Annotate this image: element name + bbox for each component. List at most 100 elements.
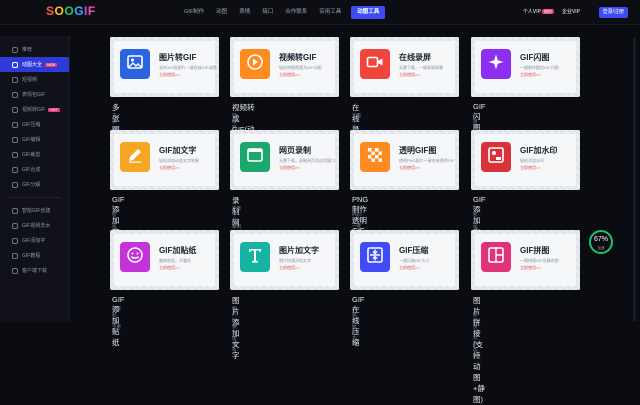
tool-description: 一键压缩GIF大小 [352, 306, 360, 346]
vip-badge: 限时 [541, 9, 554, 14]
sidebar-item-remove-watermark[interactable]: GIF视频去水 [0, 218, 69, 233]
sidebar-item-gif-crop[interactable]: GIF裁剪 [0, 147, 69, 162]
smile-icon [126, 246, 144, 269]
tool-card-title: 透明GIF图 [399, 146, 437, 155]
hot-badge: HOT [48, 107, 60, 112]
compress-icon [12, 121, 18, 128]
watermark-icon [487, 146, 505, 169]
use-now-link[interactable]: 立即使用>> [279, 165, 300, 171]
scrollbar[interactable] [633, 38, 636, 321]
tool-card-title: GIF拼图 [520, 246, 550, 255]
use-now-link[interactable]: 立即使用>> [159, 72, 180, 78]
use-now-link[interactable]: 立即使用>> [520, 72, 541, 78]
login-button[interactable]: 登录/注册 [598, 7, 628, 18]
tool-card-subtitle: 一键拼接GIF及静态图 [520, 258, 559, 263]
sidebar-item-gif-all[interactable]: 动图大全 NEW [0, 57, 69, 72]
tool-card[interactable]: 视频转GIF 轻松转换视频为GIF动图 立即使用>> [230, 37, 339, 97]
nav-gif-tools-active[interactable]: 动图工具 [351, 6, 386, 19]
tool-description: 图片快速添加文字 [232, 306, 237, 353]
tool-card-subtitle: 支持100张图片一键合成GIF动图 [159, 65, 217, 70]
split-icon [12, 181, 18, 188]
sidebar-item-video-to-gif[interactable]: 视频转GIF HOT [0, 102, 69, 117]
nav-gif-make[interactable]: GIF制作 [178, 6, 210, 19]
use-now-link[interactable]: 立即使用>> [279, 265, 300, 271]
tool-card[interactable]: GIF加贴纸 趣味贴纸，不重样 立即使用>> [110, 230, 219, 290]
sidebar-item-gif-merge[interactable]: GIF合成 [0, 162, 69, 177]
sidebar-item-recommend[interactable]: 推荐 [0, 42, 69, 57]
tool-icon-box [120, 142, 150, 172]
download-icon [12, 267, 18, 274]
edit-icon [12, 136, 18, 143]
speed-badge[interactable]: 67% 加速 [589, 230, 613, 254]
use-now-link[interactable]: 立即使用>> [520, 165, 541, 171]
enterprise-vip-link[interactable]: 企业VIP [562, 8, 580, 15]
tool-card-subtitle: 一键制作酷炫GIF闪图 [520, 65, 559, 70]
tool-icon-box [481, 49, 511, 79]
video-icon [12, 76, 18, 83]
tool-card-title: 视频转GIF [279, 53, 317, 62]
use-now-link[interactable]: 立即使用>> [159, 265, 180, 271]
text-icon [12, 237, 18, 244]
sidebar-item-tutorial[interactable]: GIF教程 [0, 248, 69, 263]
window-icon [246, 146, 264, 169]
sidebar-item-download-client[interactable]: 客户端下载 [0, 263, 69, 278]
tool-card[interactable]: 在线录屏 无需下载，一键录制屏幕 立即使用>> [350, 37, 459, 97]
tool-icon-box [240, 142, 270, 172]
use-now-link[interactable]: 立即使用>> [399, 72, 420, 78]
use-now-link[interactable]: 立即使用>> [520, 265, 541, 271]
header-right: 个人VIP 限时 企业VIP [523, 8, 580, 15]
main-nav: GIF制作 动图 表情 接口 合作联系 实用工具 动图工具 [178, 6, 386, 19]
tool-card-subtitle: 无需下载，一键录制屏幕 [399, 65, 443, 70]
tool-card[interactable]: 网页录制 无需下载，录制网页及应用窗口 立即使用>> [230, 130, 339, 190]
tool-icon-box [240, 49, 270, 79]
use-now-link[interactable]: 立即使用>> [399, 265, 420, 271]
tool-card-title: GIF压缩 [399, 246, 429, 255]
tool-card-title: 图片加文字 [279, 246, 319, 255]
tool-icon-box [120, 242, 150, 272]
use-now-link[interactable]: 立即使用>> [399, 165, 420, 171]
personal-vip-link[interactable]: 个人VIP 限时 [523, 8, 554, 15]
top-navigation-bar: SOOGIF GIF制作 动图 表情 接口 合作联系 实用工具 动图工具 个人V… [0, 0, 640, 25]
image-icon [126, 53, 144, 76]
sidebar-item-smart-gif[interactable]: 智能GIF创建 [0, 203, 69, 218]
sidebar-item-gif-split[interactable]: GIF分解 [0, 177, 69, 192]
nav-dongtu[interactable]: 动图 [210, 6, 233, 19]
tool-card-subtitle: 一键压缩GIF大小 [399, 258, 430, 263]
tool-card[interactable]: GIF压缩一键压缩GIF大小 立即使用>> [350, 230, 459, 290]
text-t-icon [246, 246, 264, 269]
tool-card[interactable]: GIF闪图 一键制作酷炫GIF闪图 立即使用>> [471, 37, 580, 97]
book-icon [12, 252, 18, 259]
nav-tools[interactable]: 实用工具 [313, 6, 347, 19]
tool-card[interactable]: 透明GIF图透明PNG图片一键合成透明GIF 立即使用>> [350, 130, 459, 190]
tool-icon-box [240, 242, 270, 272]
tool-card-subtitle: 透明PNG图片一键合成透明GIF [399, 158, 455, 163]
crop-icon [12, 151, 18, 158]
sidebar-item-short-video[interactable]: 短视频 [0, 72, 69, 87]
sidebar-item-gif-compress[interactable]: GIF压缩 [0, 117, 69, 132]
emoji-icon [12, 91, 18, 98]
tool-icon-box [360, 242, 390, 272]
magic-icon [12, 207, 18, 214]
tool-card[interactable]: GIF拼图一键拼接GIF及静态图 立即使用>> [471, 230, 580, 290]
tool-card[interactable]: GIF加水印 轻松添加水印 立即使用>> [471, 130, 580, 190]
use-now-link[interactable]: 立即使用>> [159, 165, 180, 171]
logo[interactable]: SOOGIF [46, 4, 96, 18]
nav-biaoqing[interactable]: 表情 [233, 6, 256, 19]
nav-cooperation[interactable]: 合作联系 [279, 6, 313, 19]
tool-card-subtitle: 趣味贴纸，不重样 [159, 258, 191, 263]
tool-card-subtitle: 轻松添加动态文字效果 [159, 158, 199, 163]
sidebar-item-add-text[interactable]: GIF添加字 [0, 233, 69, 248]
tool-icon-box [481, 142, 511, 172]
tool-card-title: GIF加文字 [159, 146, 197, 155]
nav-api[interactable]: 接口 [256, 6, 279, 19]
tool-card[interactable]: GIF加文字轻松添加动态文字效果 立即使用>> [110, 130, 219, 190]
sidebar-item-gif-edit[interactable]: GIF编辑 [0, 132, 69, 147]
use-now-link[interactable]: 立即使用>> [279, 72, 300, 78]
tool-description: 趣味贴纸，不重样 [112, 306, 121, 335]
sidebar-item-emoji[interactable]: 表情包GIF [0, 87, 69, 102]
tool-card[interactable]: 图片加文字 图片快速添加文字 立即使用>> [230, 230, 339, 290]
tool-card-title: 网页录制 [279, 146, 311, 155]
grid-icon [12, 61, 18, 68]
tool-card[interactable]: 图片转GIF 支持100张图片一键合成GIF动图 立即使用>> [110, 37, 219, 97]
sidebar: 推荐 动图大全 NEW 短视频 表情包GIF 视频转GIF HOT GIF压缩 GI… [0, 36, 70, 321]
